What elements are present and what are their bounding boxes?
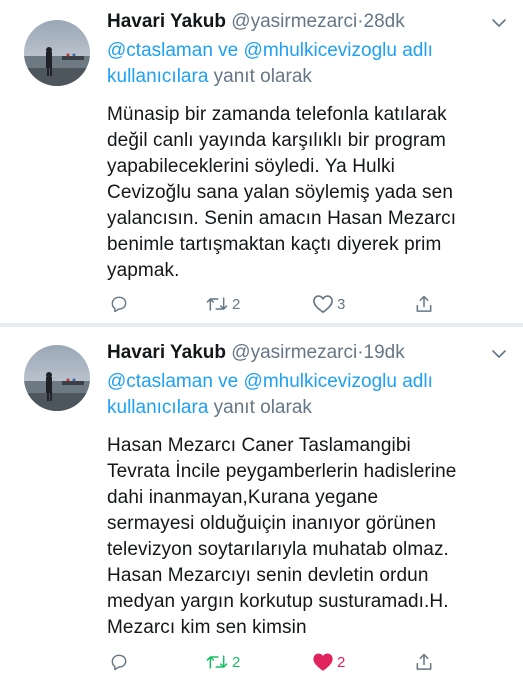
- mention-and[interactable]: ve: [218, 40, 238, 61]
- tweet-text: Hasan Mezarcı Caner Taslamangibi Tevrata…: [107, 433, 507, 641]
- author-name[interactable]: Havari Yakub: [107, 11, 226, 32]
- author-handle[interactable]: @yasirmezarci: [231, 11, 357, 32]
- like-count: 3: [337, 295, 346, 313]
- tweet-text-line: Tevrata İncile peygamberlerin hadislerin…: [107, 461, 457, 482]
- avatar[interactable]: [24, 20, 90, 86]
- avatar[interactable]: [24, 345, 90, 411]
- replying-to: @ctaslaman ve @mhulkicevizoglu adlı kull…: [107, 369, 507, 421]
- tweet-text-line: Mezarcı kim sen kimsin: [107, 617, 307, 638]
- tweet-text-line: yalancısın. Senin amacın Hasan Mezarcı: [107, 208, 457, 229]
- tweet-text-line: medyan yargın korkutup susturamadı.H.: [107, 591, 449, 612]
- chevron-down-icon[interactable]: [492, 18, 506, 28]
- avatar-photo: [24, 20, 90, 86]
- mention-link[interactable]: @mhulkicevizoglu: [244, 371, 397, 392]
- tweet-header: Havari Yakub @yasirmezarci·28dk: [107, 10, 507, 36]
- like-button[interactable]: 2: [312, 649, 345, 675]
- mention-link[interactable]: @mhulkicevizoglu: [244, 40, 397, 61]
- tweet-time[interactable]: 28dk: [364, 11, 405, 32]
- reply-suffix: yanıt olarak: [213, 397, 312, 418]
- like-count: 2: [337, 653, 346, 671]
- share-icon: [416, 295, 432, 312]
- tweet-text-line: değil canlı yayında karşılıklı bir progr…: [107, 130, 446, 151]
- reply-button[interactable]: [109, 649, 129, 675]
- tweet-text-line: Münasip bir zamanda telefonla katılarak: [107, 104, 447, 125]
- share-button[interactable]: [414, 291, 434, 317]
- share-icon: [416, 653, 432, 670]
- tweet-header: Havari Yakub @yasirmezarci·19dk: [107, 341, 507, 367]
- author-name[interactable]: Havari Yakub: [107, 342, 226, 363]
- tweet[interactable]: Havari Yakub @yasirmezarci·19dk @ctaslam…: [0, 327, 523, 680]
- tweet-time[interactable]: 19dk: [364, 342, 405, 363]
- tweet-text-line: dahi inanmayan,Kurana yegane: [107, 487, 379, 508]
- tweet-content: Havari Yakub @yasirmezarci·28dk @ctaslam…: [107, 10, 507, 284]
- retweet-icon: [206, 655, 228, 669]
- mention-link[interactable]: @ctaslaman: [107, 371, 213, 392]
- like-button[interactable]: 3: [312, 291, 345, 317]
- tweet-text-line: Hasan Mezarcı Caner Taslamangibi: [107, 435, 411, 456]
- tweet-text-line: yapabileceklerini söyledi. Ya Hulki: [107, 156, 395, 177]
- tweet-content: Havari Yakub @yasirmezarci·19dk @ctaslam…: [107, 341, 507, 641]
- retweet-icon: [206, 297, 228, 311]
- tweet-text-line: benimle tartışmaktan kaçtı diyerek prim: [107, 234, 442, 255]
- mention-and[interactable]: ve: [218, 371, 238, 392]
- chevron-down-icon[interactable]: [492, 349, 506, 359]
- tweet-text-line: sermayesi olduğuiçin inanıyor görünen: [107, 513, 437, 534]
- retweet-count: 2: [232, 295, 241, 313]
- retweet-button[interactable]: 2: [205, 649, 240, 675]
- retweet-count: 2: [232, 653, 241, 671]
- retweet-button[interactable]: 2: [205, 291, 240, 317]
- share-button[interactable]: [414, 649, 434, 675]
- tweet-text-line: yapmak.: [107, 260, 180, 281]
- tweet-actions: 2 3: [107, 291, 447, 317]
- reply-suffix: yanıt olarak: [213, 66, 312, 87]
- replying-to: @ctaslaman ve @mhulkicevizoglu adlı kull…: [107, 38, 507, 90]
- author-handle[interactable]: @yasirmezarci: [231, 342, 357, 363]
- tweet-text-line: Cevizoğlu sana yalan söylemiş yada sen: [107, 182, 453, 203]
- heart-filled-icon: [313, 653, 333, 671]
- tweet[interactable]: Havari Yakub @yasirmezarci·28dk @ctaslam…: [0, 0, 523, 327]
- mention-link[interactable]: @ctaslaman: [107, 40, 213, 61]
- avatar-photo: [24, 345, 90, 411]
- tweet-text-line: televizyon soytarılarıyla muhatab olmaz.: [107, 539, 449, 560]
- reply-icon: [111, 654, 127, 671]
- tweet-text-line: Hasan Mezarcıyı senin devletin ordun: [107, 565, 429, 586]
- tweet-text: Münasip bir zamanda telefonla katılarak …: [107, 102, 507, 284]
- tweet-actions: 2 2: [107, 649, 447, 675]
- reply-button[interactable]: [109, 291, 129, 317]
- heart-outline-icon: [313, 295, 333, 313]
- reply-icon: [111, 296, 127, 313]
